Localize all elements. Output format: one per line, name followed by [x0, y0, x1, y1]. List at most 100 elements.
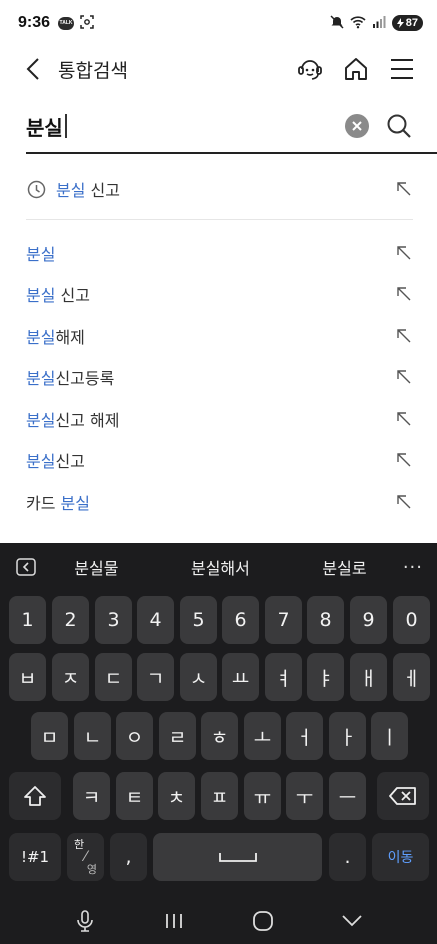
- comma-key[interactable]: ,: [110, 833, 147, 881]
- hide-keyboard-button[interactable]: [338, 907, 366, 935]
- key-3[interactable]: 3: [95, 596, 132, 644]
- key-2[interactable]: 2: [52, 596, 89, 644]
- shift-key[interactable]: [9, 772, 61, 820]
- search-button[interactable]: [383, 110, 415, 142]
- fill-query-arrow-icon[interactable]: [395, 451, 413, 469]
- key-ae[interactable]: ㅐ: [350, 653, 387, 701]
- key-7[interactable]: 7: [265, 596, 302, 644]
- search-input[interactable]: [26, 114, 64, 138]
- key-chieut[interactable]: ㅊ: [158, 772, 195, 820]
- wifi-icon: [350, 14, 366, 33]
- key-5[interactable]: 5: [180, 596, 217, 644]
- key-siot[interactable]: ㅅ: [180, 653, 217, 701]
- close-icon: [352, 121, 362, 131]
- home-circle-icon: [253, 911, 274, 931]
- key-i[interactable]: ㅣ: [371, 712, 408, 760]
- key-4[interactable]: 4: [137, 596, 174, 644]
- key-eo[interactable]: ㅓ: [286, 712, 323, 760]
- recent-search-item[interactable]: 분실 신고: [0, 168, 437, 210]
- fill-query-arrow-icon[interactable]: [395, 368, 413, 386]
- space-key[interactable]: [153, 833, 322, 881]
- prediction-3[interactable]: 분실로: [322, 555, 366, 579]
- word-predictions: 분실물 분실해서 분실로: [38, 555, 403, 579]
- clock-icon: [26, 179, 46, 199]
- navigation-bar: [0, 898, 437, 944]
- fill-query-arrow-icon[interactable]: [395, 493, 413, 511]
- back-button[interactable]: [22, 54, 44, 84]
- key-bieup[interactable]: ㅂ: [9, 653, 46, 701]
- suggestion-item[interactable]: 분실 신고등록: [0, 357, 437, 399]
- home-button[interactable]: [341, 54, 371, 84]
- key-ieung[interactable]: ㅇ: [116, 712, 153, 760]
- key-kieuk[interactable]: ㅋ: [73, 772, 110, 820]
- recent-search-highlight: 분실: [56, 181, 86, 200]
- key-6[interactable]: 6: [222, 596, 259, 644]
- suggestion-item[interactable]: 분실: [0, 232, 437, 274]
- suggestions-divider: [26, 219, 413, 220]
- suggestion-item[interactable]: 분실 해제: [0, 315, 437, 357]
- key-yu[interactable]: ㅠ: [244, 772, 281, 820]
- suggestion-item[interactable]: 분실 신고: [0, 440, 437, 482]
- suggestion-highlight: 분실: [60, 493, 90, 513]
- chatbot-icon: [298, 60, 322, 80]
- key-mieum[interactable]: ㅁ: [31, 712, 68, 760]
- screenshot-icon: [80, 14, 94, 33]
- backspace-key[interactable]: [377, 772, 429, 820]
- key-rieul[interactable]: ㄹ: [159, 712, 196, 760]
- chatbot-button[interactable]: [295, 54, 325, 84]
- key-o[interactable]: ㅗ: [244, 712, 281, 760]
- consonant-key-row-2: ㅁ ㄴ ㅇ ㄹ ㅎ ㅗ ㅓ ㅏ ㅣ: [0, 712, 437, 762]
- fill-query-arrow-icon[interactable]: [395, 327, 413, 345]
- menu-button[interactable]: [387, 54, 417, 84]
- page-title: 통합검색: [58, 59, 128, 82]
- prediction-1[interactable]: 분실물: [74, 555, 118, 579]
- key-yeo[interactable]: ㅕ: [265, 653, 302, 701]
- fill-query-arrow-icon[interactable]: [395, 410, 413, 428]
- signal-icon: [372, 14, 386, 33]
- more-options-icon[interactable]: ···: [403, 557, 423, 578]
- key-yo[interactable]: ㅛ: [222, 653, 259, 701]
- key-u[interactable]: ㅜ: [286, 772, 323, 820]
- keyboard-collapse-button[interactable]: [14, 555, 38, 579]
- language-switch-key[interactable]: 한 ⁄ 영: [67, 833, 104, 881]
- status-time: 9:36: [18, 14, 51, 31]
- text-caret: [65, 114, 67, 138]
- key-0[interactable]: 0: [393, 596, 430, 644]
- key-giyeok[interactable]: ㄱ: [137, 653, 174, 701]
- search-suggestions: 분실 신고 분실 분실 신고 분실 해제 분실 신고등록 분실 신고 해제 분실 신고 …: [0, 168, 437, 523]
- recent-apps-button[interactable]: [160, 907, 188, 935]
- suggestion-item[interactable]: 카드 분실: [0, 481, 437, 523]
- key-e[interactable]: ㅔ: [393, 653, 430, 701]
- key-9[interactable]: 9: [350, 596, 387, 644]
- key-8[interactable]: 8: [307, 596, 344, 644]
- suggestion-item[interactable]: 분실 신고: [0, 274, 437, 316]
- key-1[interactable]: 1: [9, 596, 46, 644]
- key-pieup[interactable]: ㅍ: [201, 772, 238, 820]
- suggestion-highlight: 분실: [26, 452, 56, 472]
- battery-indicator: 87: [391, 15, 423, 31]
- clear-search-button[interactable]: [345, 114, 369, 138]
- home-nav-button[interactable]: [249, 907, 277, 935]
- fill-query-arrow-icon[interactable]: [395, 285, 413, 303]
- key-hieut[interactable]: ㅎ: [201, 712, 238, 760]
- number-key-row: 1 2 3 4 5 6 7 8 9 0: [0, 596, 437, 646]
- key-a[interactable]: ㅏ: [329, 712, 366, 760]
- key-eu[interactable]: ㅡ: [329, 772, 366, 820]
- fill-query-arrow-icon[interactable]: [395, 244, 413, 262]
- key-jieut[interactable]: ㅈ: [52, 653, 89, 701]
- bottom-key-row: !#1 한 ⁄ 영 , . 이동: [0, 833, 437, 883]
- backspace-icon: [389, 787, 416, 805]
- period-key[interactable]: .: [329, 833, 366, 881]
- go-key[interactable]: 이동: [372, 833, 429, 881]
- key-tieut[interactable]: ㅌ: [116, 772, 153, 820]
- key-digeut[interactable]: ㄷ: [95, 653, 132, 701]
- suggestion-highlight: 분실: [26, 327, 56, 347]
- fill-query-arrow-icon[interactable]: [395, 180, 413, 198]
- voice-input-button[interactable]: [71, 907, 99, 935]
- suggestion-item[interactable]: 분실 신고 해제: [0, 398, 437, 440]
- app-header: 통합검색: [0, 46, 437, 92]
- prediction-2[interactable]: 분실해서: [191, 555, 250, 579]
- key-nieun[interactable]: ㄴ: [74, 712, 111, 760]
- symbols-key[interactable]: !#1: [9, 833, 61, 881]
- key-ya[interactable]: ㅑ: [307, 653, 344, 701]
